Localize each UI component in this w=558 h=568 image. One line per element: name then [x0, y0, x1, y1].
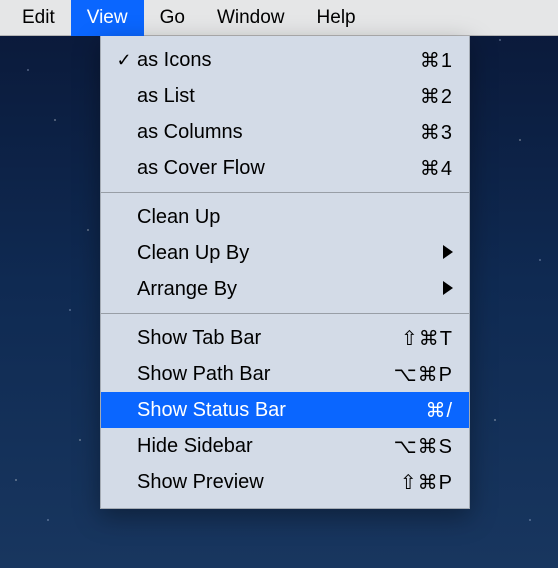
menu-item-label: Arrange By — [137, 278, 367, 301]
menubar-item-view[interactable]: View — [71, 0, 144, 36]
menu-item-shortcut: ⌘1 — [389, 48, 453, 73]
menubar: Edit View Go Window Help — [0, 0, 558, 36]
menu-item-label: Hide Sidebar — [137, 435, 389, 458]
menubar-item-help[interactable]: Help — [301, 0, 372, 36]
menu-item-label: Show Path Bar — [137, 363, 389, 386]
checkmark-icon: ✓ — [111, 51, 137, 69]
menu-item-shortcut: ⇧⌘T — [389, 326, 453, 351]
menu-item-shortcut: ⌥⌘S — [389, 434, 453, 459]
menu-item-label: Show Tab Bar — [137, 327, 389, 350]
menu-item-show-tab-bar[interactable]: Show Tab Bar ⇧⌘T — [101, 320, 469, 356]
menu-item-shortcut: ⇧⌘P — [389, 470, 453, 495]
menu-item-label: as List — [137, 85, 389, 108]
menu-item-arrange-by[interactable]: Arrange By — [101, 271, 469, 307]
menu-item-label: Show Preview — [137, 471, 389, 494]
menu-item-label: Show Status Bar — [137, 399, 389, 422]
menu-item-hide-sidebar[interactable]: Hide Sidebar ⌥⌘S — [101, 428, 469, 464]
menu-item-label: as Icons — [137, 49, 389, 72]
menu-item-label: as Cover Flow — [137, 157, 389, 180]
menu-item-show-preview[interactable]: Show Preview ⇧⌘P — [101, 464, 469, 500]
menu-item-clean-up-by[interactable]: Clean Up By — [101, 235, 469, 271]
menu-item-shortcut: ⌘3 — [389, 120, 453, 145]
menu-separator — [101, 313, 469, 314]
menu-item-show-path-bar[interactable]: Show Path Bar ⌥⌘P — [101, 356, 469, 392]
menu-item-label: as Columns — [137, 121, 389, 144]
menubar-item-window[interactable]: Window — [201, 0, 301, 36]
menu-item-label: Clean Up — [137, 206, 367, 229]
menu-item-as-list[interactable]: as List ⌘2 — [101, 78, 469, 114]
menu-item-shortcut: ⌘4 — [389, 156, 453, 181]
menubar-item-edit[interactable]: Edit — [6, 0, 71, 36]
menu-item-as-icons[interactable]: ✓ as Icons ⌘1 — [101, 42, 469, 78]
menu-item-shortcut: ⌘2 — [389, 84, 453, 109]
menu-separator — [101, 192, 469, 193]
view-menu-dropdown: ✓ as Icons ⌘1 as List ⌘2 as Columns ⌘3 a… — [100, 36, 470, 509]
menu-item-shortcut: ⌥⌘P — [389, 362, 453, 387]
submenu-arrow-icon — [431, 242, 453, 265]
menu-item-show-status-bar[interactable]: Show Status Bar ⌘/ — [101, 392, 469, 428]
submenu-arrow-icon — [431, 278, 453, 301]
menu-item-label: Clean Up By — [137, 242, 367, 265]
menu-item-shortcut: ⌘/ — [389, 398, 453, 423]
menu-item-clean-up[interactable]: Clean Up — [101, 199, 469, 235]
menubar-item-go[interactable]: Go — [144, 0, 201, 36]
menu-item-as-columns[interactable]: as Columns ⌘3 — [101, 114, 469, 150]
menu-item-as-cover-flow[interactable]: as Cover Flow ⌘4 — [101, 150, 469, 186]
